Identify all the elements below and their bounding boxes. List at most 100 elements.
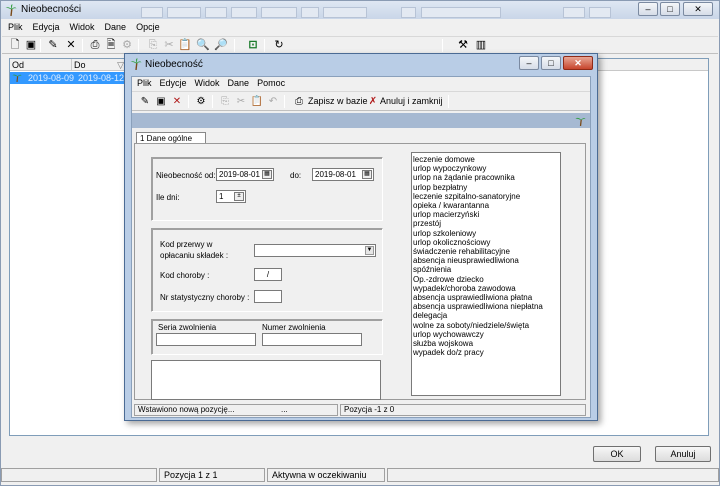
list-item[interactable]: Op.-zdrowe dziecko bbox=[413, 275, 560, 284]
column-header-od[interactable]: Od bbox=[10, 59, 72, 71]
illness-code-label: Kod choroby : bbox=[160, 271, 210, 280]
main-window-title: Nieobecności bbox=[21, 4, 82, 15]
new-icon[interactable]: 🗋 bbox=[8, 39, 22, 52]
list-item[interactable]: urlop na żądanie pracownika bbox=[413, 173, 560, 182]
save-db-icon[interactable]: ⎙ bbox=[292, 95, 306, 108]
list-item[interactable]: urlop bezpłatny bbox=[413, 183, 560, 192]
column-header-do[interactable]: Do ▽ bbox=[72, 59, 128, 71]
list-item[interactable]: służba wojskowa bbox=[413, 339, 560, 348]
dialog-menu-widok[interactable]: Widok bbox=[190, 77, 223, 88]
list-item[interactable]: absencja usprawiedliwiona niepłatna bbox=[413, 302, 560, 311]
dialog-menu-plik[interactable]: Plik bbox=[132, 77, 155, 88]
filter-icon[interactable]: ▽ bbox=[117, 59, 124, 71]
refresh-icon[interactable]: ↻ bbox=[272, 39, 286, 52]
print-icon[interactable]: ⎙ bbox=[88, 39, 102, 52]
cut-icon[interactable]: ✂ bbox=[162, 39, 176, 52]
find-next-icon[interactable]: 🔎 bbox=[214, 39, 228, 52]
background-field bbox=[261, 7, 297, 18]
close-button[interactable]: ✕ bbox=[683, 2, 713, 16]
calendar-icon[interactable]: ⊡ bbox=[246, 39, 260, 52]
paste-icon[interactable]: 📋 bbox=[178, 39, 192, 52]
menu-opcje[interactable]: Opcje bbox=[130, 20, 164, 32]
list-item[interactable]: delegacja bbox=[413, 311, 560, 320]
cancel-close-icon[interactable]: ✗ bbox=[366, 95, 380, 108]
calculator-icon[interactable]: ± bbox=[234, 192, 244, 201]
stat-number-field[interactable] bbox=[254, 290, 282, 303]
list-item[interactable]: spóźnienia bbox=[413, 265, 560, 274]
list-item[interactable]: wypadek do/z pracy bbox=[413, 348, 560, 357]
chevron-down-icon[interactable]: ▼ bbox=[365, 246, 374, 255]
undo-icon[interactable]: ↶ bbox=[266, 95, 280, 108]
list-item[interactable]: leczenie szpitalno-sanatoryjne bbox=[413, 192, 560, 201]
list-item[interactable]: urlop wypoczynkowy bbox=[413, 164, 560, 173]
list-item[interactable]: absencja usprawiedliwiona płatna bbox=[413, 293, 560, 302]
palm-tree-icon bbox=[575, 117, 586, 126]
cancel-button[interactable]: Anuluj bbox=[655, 446, 711, 462]
list-item[interactable]: urlop wychowawczy bbox=[413, 330, 560, 339]
delete-record-icon[interactable]: ✕ bbox=[170, 95, 184, 108]
notes-textarea[interactable] bbox=[151, 360, 381, 400]
list-item[interactable]: urlop macierzyński bbox=[413, 210, 560, 219]
toolbar-separator bbox=[138, 39, 139, 52]
list-item[interactable]: wypadek/choroba zawodowa bbox=[413, 284, 560, 293]
background-field bbox=[141, 7, 163, 18]
menu-widok[interactable]: Widok bbox=[64, 20, 99, 32]
save-as-icon[interactable]: ✎ bbox=[138, 95, 152, 108]
days-field[interactable]: 1 ± bbox=[216, 190, 246, 203]
properties-icon[interactable]: ⚙ bbox=[194, 95, 208, 108]
copy-icon[interactable]: ⎘ bbox=[146, 39, 160, 52]
ok-button[interactable]: OK bbox=[593, 446, 641, 462]
menu-dane[interactable]: Dane bbox=[99, 20, 131, 32]
paste-icon[interactable]: 📋 bbox=[250, 95, 264, 108]
menu-plik[interactable]: Plik bbox=[2, 20, 27, 32]
minimize-button[interactable]: – bbox=[638, 2, 658, 16]
save-icon[interactable]: ▣ bbox=[24, 39, 38, 52]
absence-type-list[interactable]: leczenie domowe urlop wypoczynkowy urlop n… bbox=[411, 152, 561, 396]
codes-group: Kod przerwy w opłacaniu składek : ▼ Kod … bbox=[151, 228, 383, 312]
save-icon[interactable]: ▣ bbox=[154, 95, 168, 108]
list-item[interactable]: świadczenie rehabilitacyjne bbox=[413, 247, 560, 256]
list-item[interactable]: przestój bbox=[413, 219, 560, 228]
columns-icon[interactable]: ▥ bbox=[474, 39, 488, 52]
table-row[interactable]: 2019-08-09 2019-08-12 bbox=[10, 72, 140, 84]
absence-from-field[interactable]: 2019-08-01 ▦ bbox=[216, 168, 274, 181]
list-item[interactable]: urlop okolicznościowy bbox=[413, 238, 560, 247]
dates-group: Nieobecność od: 2019-08-01 ▦ do: 2019-08… bbox=[151, 157, 383, 221]
list-item[interactable]: absencja nieusprawiedliwiona bbox=[413, 256, 560, 265]
calendar-icon[interactable]: ▦ bbox=[362, 170, 372, 179]
background-field bbox=[231, 7, 257, 18]
list-item[interactable]: urlop szkoleniowy bbox=[413, 229, 560, 238]
break-code-select[interactable]: ▼ bbox=[254, 244, 376, 257]
list-item[interactable]: leczenie domowe bbox=[413, 155, 560, 164]
cut-icon[interactable]: ✂ bbox=[234, 95, 248, 108]
dialog-menu-pomoc[interactable]: Pomoc bbox=[252, 77, 288, 88]
list-item[interactable]: wolne za soboty/niedziele/święta bbox=[413, 321, 560, 330]
copy-icon[interactable]: ⎘ bbox=[218, 95, 232, 108]
absence-to-field[interactable]: 2019-08-01 ▦ bbox=[312, 168, 374, 181]
dialog-menu-dane[interactable]: Dane bbox=[223, 77, 253, 88]
illness-code-field[interactable]: / bbox=[254, 268, 282, 281]
toolbar-separator bbox=[234, 39, 235, 52]
dialog-title: Nieobecność bbox=[145, 59, 203, 70]
status-cell-empty bbox=[387, 468, 719, 482]
properties-icon[interactable]: ⚙ bbox=[120, 39, 134, 52]
menu-edycja[interactable]: Edycja bbox=[27, 20, 64, 32]
cancel-and-close-button[interactable]: Anuluj i zamknij bbox=[380, 96, 443, 106]
dialog-menu-edycje[interactable]: Edycje bbox=[155, 77, 190, 88]
tools-icon[interactable]: ⚒ bbox=[456, 39, 470, 52]
sick-series-field[interactable] bbox=[156, 333, 256, 346]
maximize-button[interactable]: □ bbox=[660, 2, 680, 16]
dialog-maximize-button[interactable]: □ bbox=[541, 56, 561, 70]
edit-icon[interactable]: ✎ bbox=[46, 39, 60, 52]
save-to-db-button[interactable]: Zapisz w bazie bbox=[308, 96, 368, 106]
calendar-icon[interactable]: ▦ bbox=[262, 170, 272, 179]
dialog-minimize-button[interactable]: – bbox=[519, 56, 539, 70]
sick-number-field[interactable] bbox=[262, 333, 362, 346]
preview-icon[interactable]: 🗎 bbox=[104, 39, 118, 52]
delete-icon[interactable]: ✕ bbox=[64, 39, 78, 52]
absence-to-value: 2019-08-01 bbox=[315, 170, 356, 179]
days-label: Ile dni: bbox=[156, 193, 180, 202]
find-icon[interactable]: 🔍 bbox=[196, 39, 210, 52]
dialog-close-button[interactable]: ✕ bbox=[563, 56, 593, 70]
list-item[interactable]: opieka / kwarantanna bbox=[413, 201, 560, 210]
